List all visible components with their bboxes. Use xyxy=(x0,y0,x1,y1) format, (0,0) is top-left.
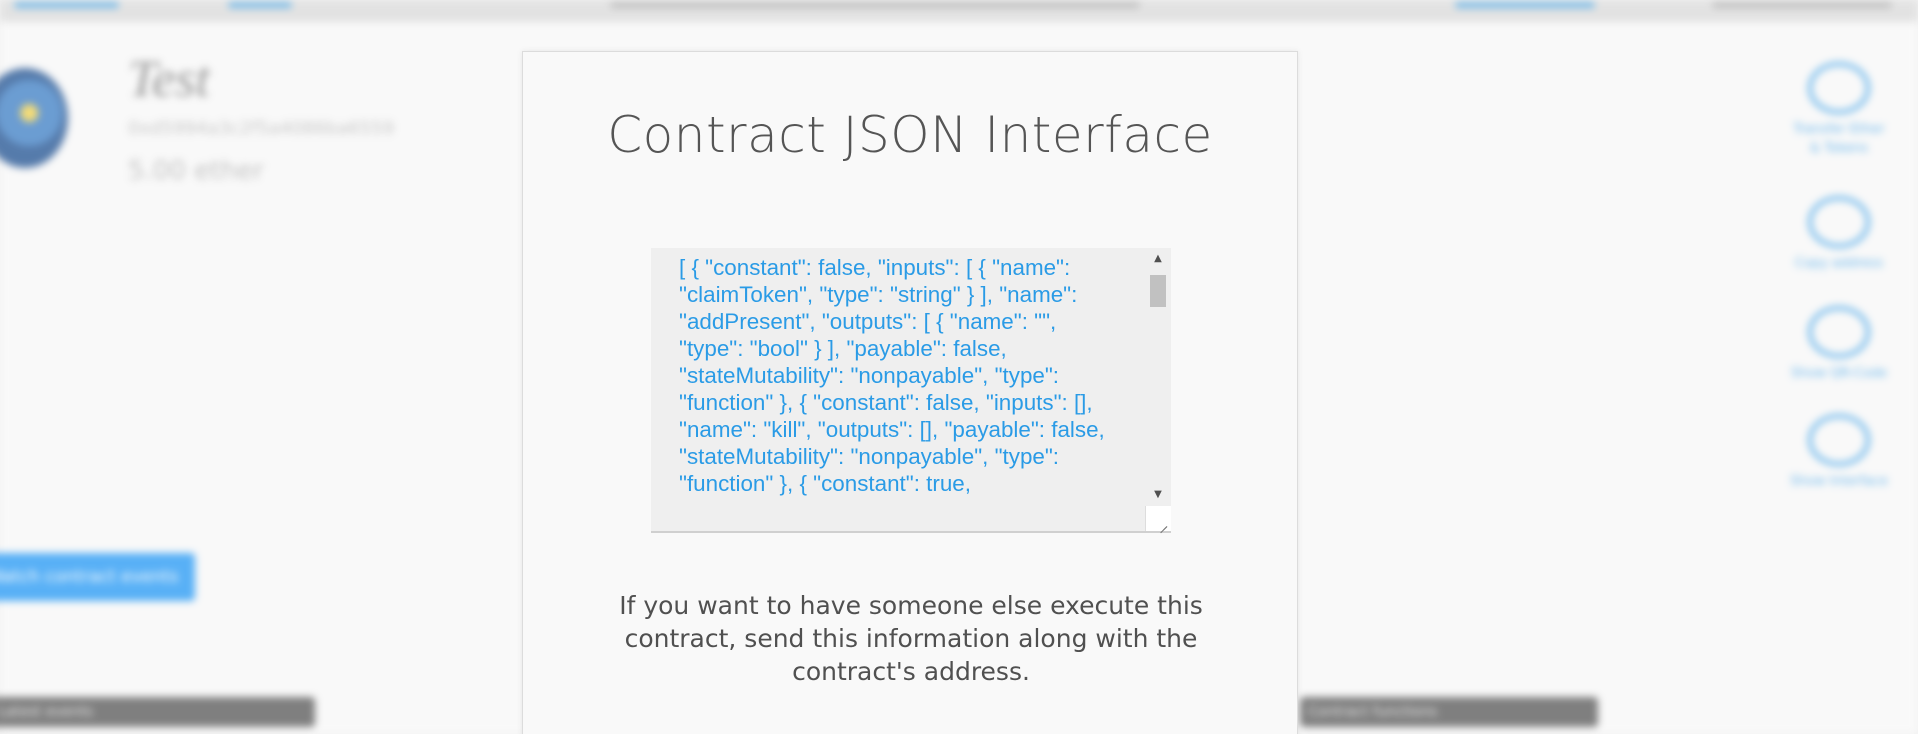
resize-handle-icon[interactable] xyxy=(1145,506,1171,531)
json-interface-textarea[interactable]: [ { "constant": false, "inputs": [ { "na… xyxy=(651,248,1171,533)
textarea-scrollbar[interactable]: ▲ ▼ xyxy=(1145,248,1171,506)
contract-json-interface-modal: Contract JSON Interface [ { "constant": … xyxy=(522,51,1298,734)
modal-info-text: If you want to have someone else execute… xyxy=(619,591,1203,686)
scroll-thumb[interactable] xyxy=(1150,275,1166,307)
scroll-up-arrow-icon[interactable]: ▲ xyxy=(1145,250,1171,268)
scroll-down-arrow-icon[interactable]: ▼ xyxy=(1145,486,1171,504)
page: Test 0xd5994a3c2f5a4086ba6559 5.00 ether… xyxy=(0,0,1918,734)
json-interface-text[interactable]: [ { "constant": false, "inputs": [ { "na… xyxy=(679,254,1111,529)
modal-title: Contract JSON Interface xyxy=(607,106,1213,164)
